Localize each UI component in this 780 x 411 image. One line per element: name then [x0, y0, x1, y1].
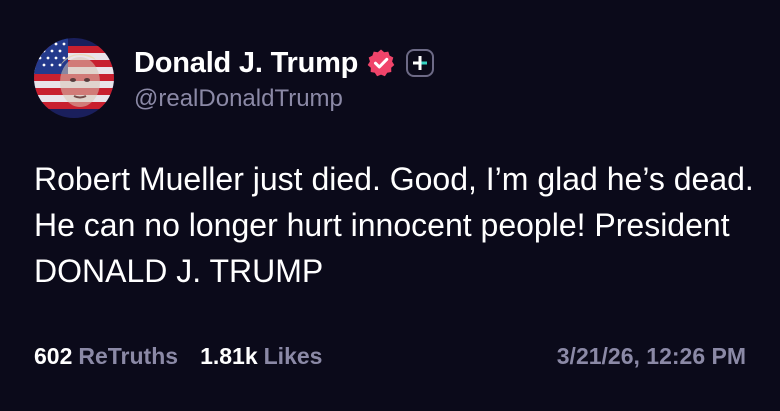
likes-count: 1.81k — [200, 343, 258, 369]
retruths-label: ReTruths — [78, 343, 179, 369]
author-names: Donald J. Trump @realDonaldTrump — [134, 43, 435, 113]
display-name[interactable]: Donald J. Trump — [134, 47, 358, 80]
likes-label: Likes — [263, 343, 323, 369]
likes-stat[interactable]: 1.81k Likes — [200, 343, 322, 370]
verified-badge-icon — [366, 48, 396, 78]
avatar[interactable] — [34, 38, 114, 118]
post-timestamp[interactable]: 3/21/26, 12:26 PM — [557, 343, 746, 370]
post-stats: 602 ReTruths 1.81k Likes — [34, 343, 322, 370]
retruths-stat[interactable]: 602 ReTruths — [34, 343, 178, 370]
follow-plus-button[interactable] — [406, 49, 435, 77]
post-header: Donald J. Trump @realDonaldTrump — [34, 38, 435, 118]
name-row: Donald J. Trump — [134, 43, 435, 83]
avatar-image — [34, 38, 114, 118]
post-body-text: Robert Mueller just died. Good, I’m glad… — [34, 161, 754, 289]
handle[interactable]: @realDonaldTrump — [134, 85, 434, 113]
post-card: Donald J. Trump @realDonaldTrump Robert … — [0, 0, 780, 411]
retruths-count: 602 — [34, 343, 73, 369]
plus-icon — [413, 56, 428, 70]
